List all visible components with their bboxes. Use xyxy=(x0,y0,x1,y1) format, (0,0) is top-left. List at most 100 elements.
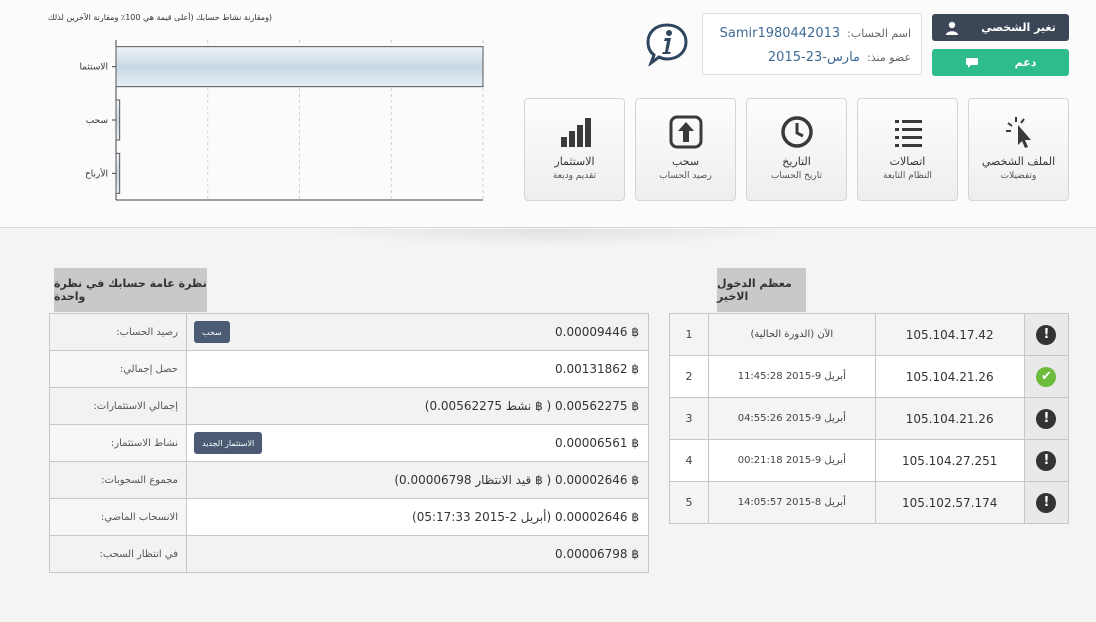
login-date: أبريل 9-2015 04:55:26 xyxy=(708,397,876,440)
table-row: نشاط الاستثمار: الاستثمار الجديد 0.00006… xyxy=(49,424,649,462)
login-date: أبريل 9-2015 00:21:18 xyxy=(708,439,876,482)
overview-title: نظرة عامة حسابك في نظرة واحدة xyxy=(54,268,207,312)
chart-title: (ومقارنة نشاط حسابك (أعلى قيمة هي 100٪ و… xyxy=(48,13,273,22)
overview-label: حصل إجمالي: xyxy=(49,350,187,388)
chart-bar xyxy=(115,46,484,88)
warning-icon: ! xyxy=(1036,492,1057,513)
withdraw-small-button[interactable]: سحب xyxy=(194,321,230,343)
overview-value: 0.00009446 ฿ xyxy=(555,325,639,339)
member-since-value: مارس-23-2015 xyxy=(767,50,861,65)
login-number: 5 xyxy=(668,481,710,524)
tile-invest-sub: تقديم وديعة xyxy=(552,171,597,181)
warning-icon: ! xyxy=(1036,408,1057,429)
login-ip: 105.104.21.26 xyxy=(874,397,1025,440)
y-tick-label: الاستثمار xyxy=(80,63,108,73)
login-number: 2 xyxy=(668,355,710,398)
tile-history-title: التاريخ xyxy=(782,155,811,168)
logins-title: معظم الدخول الاخير xyxy=(717,268,806,312)
login-status-cell: ! xyxy=(1023,481,1070,524)
tile-profile[interactable]: الملف الشخصي وتفضيلات xyxy=(968,98,1069,201)
info-icon[interactable] xyxy=(645,22,689,68)
overview-label: الانسحاب الماضي: xyxy=(49,498,187,536)
overview-value: (قيد الانتظار 0.00006798 ฿ ) 0.00002646 … xyxy=(186,461,649,499)
account-name-value: Samir1980442013 xyxy=(719,26,841,41)
warning-icon: ! xyxy=(1036,450,1057,471)
login-status-cell: ! xyxy=(1023,439,1070,482)
overview-label: إجمالي الاستثمارات: xyxy=(49,387,187,425)
divider-shadow xyxy=(300,229,800,247)
table-row: 2 أبريل 9-2015 11:45:28 105.104.21.26 ✔ xyxy=(668,355,1070,398)
support-label: دعم xyxy=(1014,56,1037,69)
login-date: أبريل 8-2015 14:05:57 xyxy=(708,481,876,524)
overview-table: رصيد الحساب: سحب 0.00009446 ฿ حصل إجمالي… xyxy=(49,313,649,573)
tile-invest[interactable]: الاستثمار تقديم وديعة xyxy=(524,98,625,201)
login-status-cell: ! xyxy=(1023,313,1070,356)
y-tick-label: سحب xyxy=(86,116,108,126)
user-icon xyxy=(946,21,959,35)
tile-history[interactable]: التاريخ تاريخ الحساب xyxy=(746,98,847,201)
login-date: (الآن (الدورة الحالية xyxy=(708,313,876,356)
tile-contacts[interactable]: اتصالات النظام التابعة xyxy=(857,98,958,201)
cursor-click-icon xyxy=(969,115,1068,149)
overview-value-cell: سحب 0.00009446 ฿ xyxy=(186,313,649,351)
table-row: 4 أبريل 9-2015 00:21:18 105.104.27.251! xyxy=(668,439,1070,482)
tile-history-sub: تاريخ الحساب xyxy=(770,171,823,181)
table-row: في انتظار السحب: 0.00006798 ฿ xyxy=(49,535,649,573)
overview-label: مجموع السحوبات: xyxy=(49,461,187,499)
tile-contacts-title: اتصالات xyxy=(889,155,926,168)
login-ip: 105.104.17.42 xyxy=(874,313,1025,356)
tile-withdraw-title: سحب xyxy=(671,155,700,168)
member-since-label: عضو منذ: xyxy=(867,51,911,64)
overview-value: 0.00006798 ฿ xyxy=(186,535,649,573)
table-row: 5 أبريل 8-2015 14:05:57 105.102.57.174! xyxy=(668,481,1070,524)
login-status-cell: ! xyxy=(1023,397,1070,440)
edit-profile-label: تغير الشخصي xyxy=(981,21,1056,34)
tile-contacts-sub: النظام التابعة xyxy=(883,171,932,181)
edit-profile-button[interactable]: تغير الشخصي xyxy=(932,14,1069,41)
login-number: 1 xyxy=(668,313,710,356)
activity-chart-svg: الاستثمار سحب الأرباح xyxy=(80,40,484,201)
chat-bubble-icon xyxy=(965,57,978,68)
member-since-row: عضو منذ: مارس-23-2015 xyxy=(768,50,911,65)
overview-label: رصيد الحساب: xyxy=(49,313,187,351)
account-name-label: اسم الحساب: xyxy=(847,27,911,40)
overview-label: في انتظار السحب: xyxy=(49,535,187,573)
tile-invest-title: الاستثمار xyxy=(554,155,595,168)
login-date: أبريل 9-2015 11:45:28 xyxy=(708,355,876,398)
chart-bar xyxy=(115,152,121,194)
warning-icon: ! xyxy=(1036,324,1057,345)
login-status-cell: ✔ xyxy=(1023,355,1070,398)
check-icon: ✔ xyxy=(1036,366,1057,387)
logins-table: 1 (الآن (الدورة الحالية 105.104.17.42! 2 أبر… xyxy=(668,313,1070,524)
login-ip: 105.102.57.174 xyxy=(874,481,1025,524)
support-button[interactable]: دعم xyxy=(932,49,1069,76)
table-row: الانسحاب الماضي: (أبريل 2-2015 05:17:33)… xyxy=(49,498,649,536)
login-number: 4 xyxy=(668,439,710,482)
account-name-row: اسم الحساب: Samir1980442013 xyxy=(720,26,911,41)
tile-withdraw[interactable]: سحب رصيد الحساب xyxy=(635,98,736,201)
bar-chart-icon xyxy=(525,115,624,149)
login-ip: 105.104.21.26 xyxy=(874,355,1025,398)
overview-value: (أبريل 2-2015 05:17:33) 0.00002646 ฿ xyxy=(186,498,649,536)
activity-chart: الاستثمار سحب الأرباح xyxy=(80,40,500,205)
list-icon xyxy=(858,115,957,149)
new-invest-button[interactable]: الاستثمار الجديد xyxy=(194,432,263,454)
overview-value: 0.00006561 ฿ xyxy=(555,436,639,450)
tile-withdraw-sub: رصيد الحساب xyxy=(659,171,712,181)
table-row: 3 أبريل 9-2015 04:55:26 105.104.21.26! xyxy=(668,397,1070,440)
chart-bar xyxy=(115,99,121,141)
overview-value-cell: الاستثمار الجديد 0.00006561 ฿ xyxy=(186,424,649,462)
overview-value: (نشط 0.00562275 ฿ ) 0.00562275 ฿ xyxy=(186,387,649,425)
upload-arrow-icon xyxy=(636,115,735,149)
overview-value: 0.00131862 ฿ xyxy=(186,350,649,388)
login-number: 3 xyxy=(668,397,710,440)
overview-label: نشاط الاستثمار: xyxy=(49,424,187,462)
table-row: حصل إجمالي: 0.00131862 ฿ xyxy=(49,350,649,388)
table-row: رصيد الحساب: سحب 0.00009446 ฿ xyxy=(49,313,649,351)
tile-profile-sub: وتفضيلات xyxy=(1000,171,1037,181)
tile-profile-title: الملف الشخصي xyxy=(981,155,1056,168)
login-ip: 105.104.27.251 xyxy=(874,439,1025,482)
table-row: إجمالي الاستثمارات: (نشط 0.00562275 ฿ ) … xyxy=(49,387,649,425)
table-row: 1 (الآن (الدورة الحالية 105.104.17.42! xyxy=(668,313,1070,356)
account-info-box: اسم الحساب: Samir1980442013 عضو منذ: مار… xyxy=(702,13,922,75)
